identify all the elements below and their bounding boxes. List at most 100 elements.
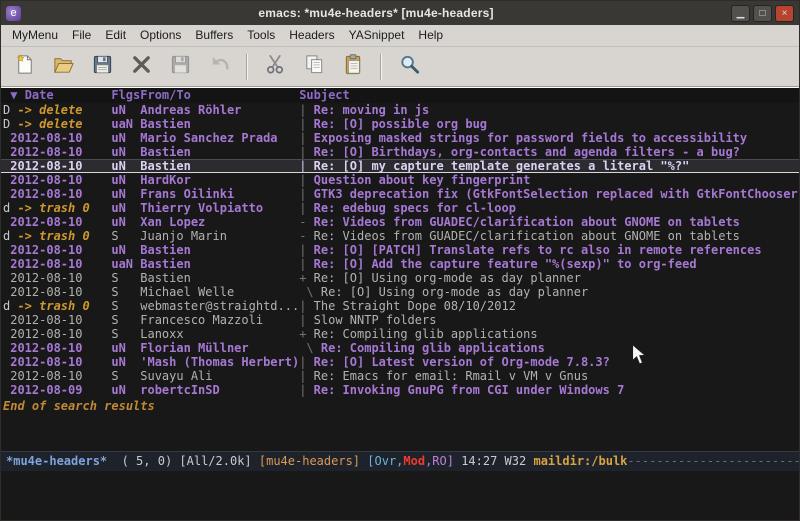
minimize-button[interactable]: ▁ [731,5,750,22]
message-flags: S [111,285,140,299]
message-subject: Re: Compiling glib applications [321,341,545,355]
message-subject: Exposing masked strings for password fie… [314,131,747,145]
message-from: Francesco Mazzoli [140,313,299,327]
toolbar-open-file-button[interactable] [48,52,78,82]
message-flags: uN [111,341,140,355]
thread-separator: | [299,201,313,215]
message-date: 2012-08-10 [3,271,111,285]
toolbar-search-button[interactable] [394,52,424,82]
maximize-button[interactable]: □ [753,5,772,22]
message-row[interactable]: 2012-08-10uN'Mash (Thomas Herbert)| Re: … [1,355,799,369]
message-from: Thierry Volpiatto [140,201,299,215]
window-title: emacs: *mu4e-headers* [mu4e-headers] [21,6,731,20]
message-date: 2012-08-10 [3,327,111,341]
toolbar-separator [246,54,248,80]
menu-item-buffers[interactable]: Buffers [188,25,240,46]
message-from: Bastien [140,145,299,159]
mode-line[interactable]: *mu4e-headers* ( 5, 0) [All/2.0k] [mu4e-… [1,451,799,471]
column-header-flags[interactable]: Flgs [111,88,140,103]
message-subject: Re: [O] Using org-mode as day planner [314,271,581,285]
toolbar-new-file-button[interactable] [9,52,39,82]
message-from: 'Mash (Thomas Herbert) [140,355,299,369]
message-row[interactable]: 2012-08-10SMichael Welle \ Re: [O] Using… [1,285,799,299]
message-row[interactable]: 2012-08-10uNFrans Oilinki| GTK3 deprecat… [1,187,799,201]
message-subject: Re: moving in js [314,103,430,117]
message-row[interactable]: 2012-08-10uNFlorian Müllner \ Re: Compil… [1,341,799,355]
toolbar-save-button[interactable] [87,52,117,82]
message-row[interactable]: 2012-08-10uNXan Lopez- Re: Videos from G… [1,215,799,229]
toolbar-cut-button[interactable] [260,52,290,82]
message-row[interactable]: d -> trash 0uNThierry Volpiatto| Re: ede… [1,201,799,215]
message-row[interactable]: 2012-08-10uaNBastien| Re: [O] Add the ca… [1,257,799,271]
close-button[interactable]: × [775,5,794,22]
copy-icon [303,53,326,80]
message-row[interactable]: 2012-08-10uNMario Sanchez Prada| Exposin… [1,131,799,145]
message-date: 2012-08-10 [3,215,111,229]
message-row[interactable]: D -> deleteuNAndreas Röhler| Re: moving … [1,103,799,117]
toolbar-copy-button[interactable] [299,52,329,82]
column-header-subject[interactable]: Subject [299,88,350,102]
message-from: Suvayu Ali [140,369,299,383]
toolbar-paste-button[interactable] [338,52,368,82]
menu-item-help[interactable]: Help [411,25,450,46]
message-flags: uN [111,173,140,187]
message-subject: Re: [O] Using org-mode as day planner [321,285,588,299]
menu-item-edit[interactable]: Edit [98,25,133,46]
message-row[interactable]: 2012-08-10uNBastien| Re: [O] my capture … [1,159,799,173]
message-subject: The Straight Dope 08/10/2012 [314,299,516,313]
message-from: Bastien [140,243,299,257]
message-row[interactable]: 2012-08-10uNHardKor| Question about key … [1,173,799,187]
message-subject: Re: edebug specs for cl-loop [314,201,516,215]
message-list: D -> deleteuNAndreas Röhler| Re: moving … [1,103,799,397]
menu-item-file[interactable]: File [65,25,98,46]
message-flags: uaN [111,117,140,131]
thread-separator: | [299,355,313,369]
minimize-icon: ▁ [737,8,745,19]
message-from: Bastien [140,271,299,285]
message-flags: uN [111,201,140,215]
mark-action-label: -> delete [10,117,82,131]
end-of-results: End of search results [1,399,799,413]
message-from: Bastien [140,117,299,131]
message-row[interactable]: 2012-08-09uNrobertcInSD| Re: Invoking Gn… [1,383,799,397]
message-row[interactable]: D -> deleteuaNBastien| Re: [O] possible … [1,117,799,131]
toolbar-save-as-button [165,52,195,82]
message-from: Andreas Röhler [140,103,299,117]
message-date: D -> delete [3,103,111,117]
menu-item-options[interactable]: Options [133,25,188,46]
message-row[interactable]: 2012-08-10SSuvayu Ali| Re: Emacs for ema… [1,369,799,383]
mark-action-label: -> delete [10,103,82,117]
message-row[interactable]: d -> trash 0Swebmaster@straightd...| The… [1,299,799,313]
message-from: Florian Müllner [140,341,299,355]
message-row[interactable]: 2012-08-10SLanoxx+ Re: Compiling glib ap… [1,327,799,341]
menu-item-mymenu[interactable]: MyMenu [5,25,65,46]
message-date: 2012-08-10 [3,173,111,187]
menu-item-headers[interactable]: Headers [282,25,341,46]
message-row[interactable]: 2012-08-10uNBastien| Re: [O] Birthdays, … [1,145,799,159]
toolbar-kill-buffer-button[interactable] [126,52,156,82]
menu-item-yasnippet[interactable]: YASnippet [342,25,412,46]
message-flags: uN [111,131,140,145]
message-row[interactable]: d -> trash 0SJuanjo Marin- Re: Videos fr… [1,229,799,243]
modeline-segment-mod: Mod [403,454,425,468]
message-row[interactable]: 2012-08-10uNBastien| Re: [O] [PATCH] Tra… [1,243,799,257]
echo-area[interactable] [1,471,799,521]
menu-item-tools[interactable]: Tools [240,25,282,46]
maximize-icon: □ [759,8,765,19]
undo-icon [208,53,231,80]
modeline-segment-plain: 14:27 W32 [454,454,533,468]
message-subject: Re: [O] Birthdays, org-contacts and agen… [314,145,740,159]
message-date: 2012-08-09 [3,383,111,397]
column-header-from[interactable]: From/To [140,88,299,103]
buffer-area: ▼ DateFlgsFrom/ToSubject D -> deleteuNAn… [1,87,799,451]
window-controls: ▁ □ × [731,5,794,22]
emacs-logo-icon[interactable]: e [6,6,21,21]
message-date: 2012-08-10 [3,131,111,145]
modeline-segment-path: maildir:/bulk [533,454,627,468]
emacs-window: e emacs: *mu4e-headers* [mu4e-headers] ▁… [0,0,800,521]
message-row[interactable]: 2012-08-10SBastien+ Re: [O] Using org-mo… [1,271,799,285]
modeline-segment-plain: ( 5, 0) [All/2.0k] [107,454,259,468]
column-header-date[interactable]: ▼ Date [3,88,111,103]
close-icon: × [782,8,788,19]
message-row[interactable]: 2012-08-10SFrancesco Mazzoli| Slow NNTP … [1,313,799,327]
